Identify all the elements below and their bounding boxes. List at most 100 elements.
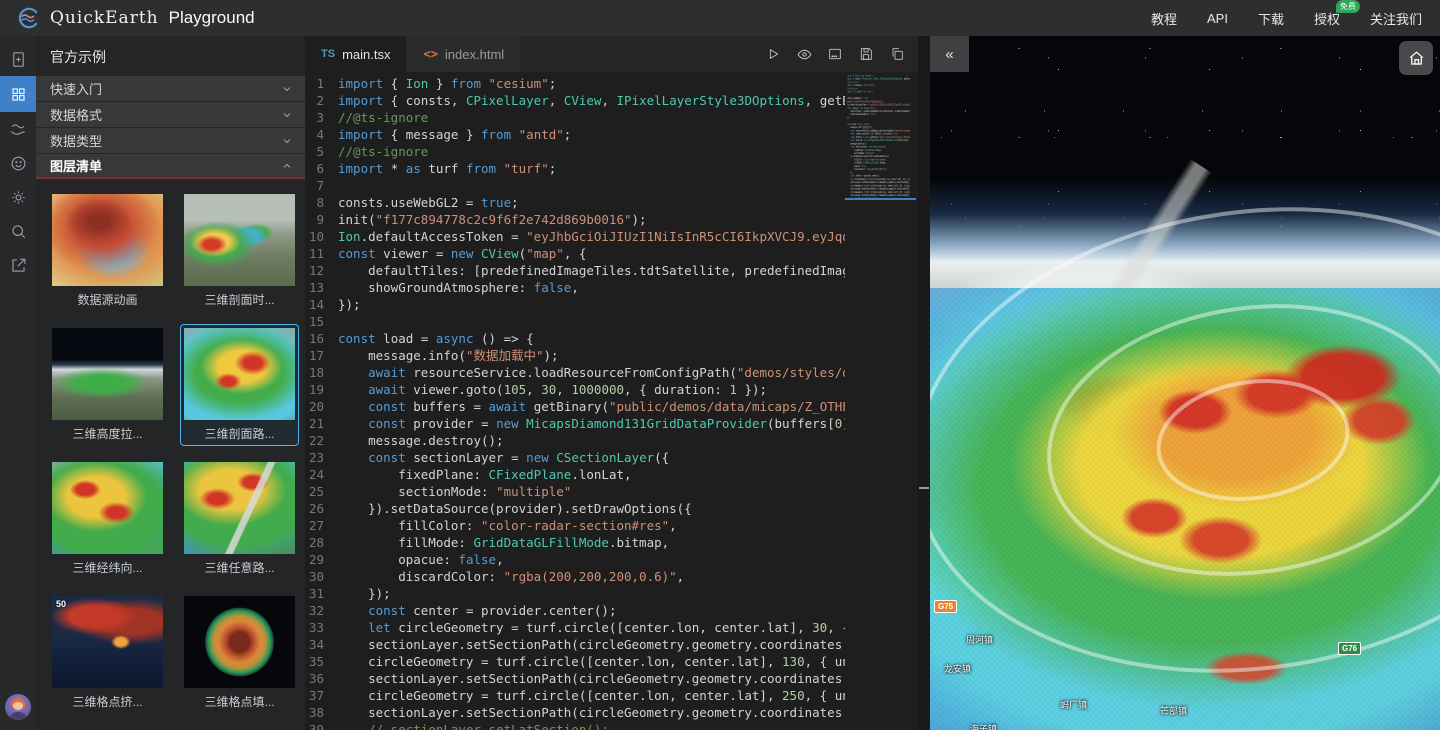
example-tile[interactable]: 50 三维格点挤... bbox=[48, 592, 167, 714]
tab-main-tsx[interactable]: TS main.tsx bbox=[305, 36, 407, 72]
code-line[interactable]: 13 showGroundAtmosphere: false, bbox=[305, 279, 845, 296]
line-number[interactable]: 8 bbox=[305, 194, 338, 211]
code-line[interactable]: 15 bbox=[305, 313, 845, 330]
code-line[interactable]: 1 import { Ion } from "cesium"; bbox=[305, 75, 845, 92]
line-number[interactable]: 17 bbox=[305, 347, 338, 364]
line-number[interactable]: 5 bbox=[305, 143, 338, 160]
minimap[interactable]: import { Ion } from "cesium"; import { co… bbox=[845, 72, 918, 730]
code-line[interactable]: 21 const provider = new MicapsDiamond131… bbox=[305, 415, 845, 432]
line-number[interactable]: 25 bbox=[305, 483, 338, 500]
apps-grid-icon[interactable] bbox=[0, 76, 36, 112]
map-3d-view[interactable]: G75 G76 周河镇 龙安镇 蚂厂镇 芒部镇 海子镇 « bbox=[930, 36, 1440, 730]
code-line[interactable]: 29 opacue: false, bbox=[305, 551, 845, 568]
hand-service-icon[interactable] bbox=[0, 112, 36, 146]
line-number[interactable]: 13 bbox=[305, 279, 338, 296]
code-line[interactable]: 30 discardColor: "rgba(200,200,200,0.6)"… bbox=[305, 568, 845, 585]
code-line[interactable]: 35 circleGeometry = turf.circle([center.… bbox=[305, 653, 845, 670]
line-number[interactable]: 4 bbox=[305, 126, 338, 143]
line-number[interactable]: 23 bbox=[305, 449, 338, 466]
example-tile[interactable]: 三维格点填... bbox=[180, 592, 299, 714]
code-line[interactable]: 34 sectionLayer.setSectionPath(circleGeo… bbox=[305, 636, 845, 653]
line-number[interactable]: 37 bbox=[305, 687, 338, 704]
line-number[interactable]: 10 bbox=[305, 228, 338, 245]
code-line[interactable]: 4 import { message } from "antd"; bbox=[305, 126, 845, 143]
line-number[interactable]: 3 bbox=[305, 109, 338, 126]
code-line[interactable]: 31 }); bbox=[305, 585, 845, 602]
code-line[interactable]: 17 message.info("数据加载中"); bbox=[305, 347, 845, 364]
code-line[interactable]: 10 Ion.defaultAccessToken = "eyJhbGciOiJI… bbox=[305, 228, 845, 245]
nav-download[interactable]: 下载 bbox=[1258, 9, 1284, 28]
new-file-icon[interactable] bbox=[0, 42, 36, 76]
line-number[interactable]: 18 bbox=[305, 364, 338, 381]
code-line[interactable]: 26 }).setDataSource(provider).setDrawOpt… bbox=[305, 500, 845, 517]
save-icon[interactable] bbox=[855, 43, 877, 65]
line-number[interactable]: 39 bbox=[305, 721, 338, 730]
code-line[interactable]: 19 await viewer.goto(105, 30, 1000000, {… bbox=[305, 381, 845, 398]
line-number[interactable]: 34 bbox=[305, 636, 338, 653]
home-view-button[interactable] bbox=[1399, 41, 1433, 75]
user-avatar[interactable] bbox=[5, 694, 31, 720]
search-icon[interactable] bbox=[0, 214, 36, 248]
line-number[interactable]: 1 bbox=[305, 75, 338, 92]
code-line[interactable]: 9 init("f177c894778c2c9f6f2e742d869b0016"… bbox=[305, 211, 845, 228]
code-line[interactable]: 37 circleGeometry = turf.circle([center.… bbox=[305, 687, 845, 704]
brand[interactable]: QuickEarth Playground bbox=[12, 6, 255, 30]
smiley-icon[interactable] bbox=[0, 146, 36, 180]
code-line[interactable]: 14}); bbox=[305, 296, 845, 313]
line-number[interactable]: 28 bbox=[305, 534, 338, 551]
code-line[interactable]: 27 fillColor: "color-radar-section#res", bbox=[305, 517, 845, 534]
line-number[interactable]: 9 bbox=[305, 211, 338, 228]
copy-icon[interactable] bbox=[886, 43, 908, 65]
section-quick-start[interactable]: 快速入门 bbox=[36, 76, 305, 101]
code-line[interactable]: 23 const sectionLayer = new CSectionLaye… bbox=[305, 449, 845, 466]
nav-tutorial[interactable]: 教程 bbox=[1151, 9, 1177, 28]
tab-index-html[interactable]: <> index.html bbox=[407, 36, 521, 72]
line-number[interactable]: 2 bbox=[305, 92, 338, 109]
code-line[interactable]: 12 defaultTiles: [predefinedImageTiles.t… bbox=[305, 262, 845, 279]
line-number[interactable]: 15 bbox=[305, 313, 338, 330]
section-data-format[interactable]: 数据格式 bbox=[36, 102, 305, 127]
code-line[interactable]: 8 consts.useWebGL2 = true; bbox=[305, 194, 845, 211]
example-tile[interactable]: 数据源动画 bbox=[48, 190, 167, 312]
code-line[interactable]: 7 bbox=[305, 177, 845, 194]
example-tile[interactable] bbox=[48, 726, 167, 730]
collapse-editor-button[interactable]: « bbox=[930, 36, 969, 72]
code-line[interactable]: 38 sectionLayer.setSectionPath(circleGeo… bbox=[305, 704, 845, 721]
line-number[interactable]: 6 bbox=[305, 160, 338, 177]
example-tile[interactable]: 三维剖面时... bbox=[180, 190, 299, 312]
code-line[interactable]: 6 import * as turf from "turf"; bbox=[305, 160, 845, 177]
code-line[interactable]: 5//@ts-ignore bbox=[305, 143, 845, 160]
code-lines[interactable]: 1 import { Ion } from "cesium"; 2 import { … bbox=[305, 72, 845, 730]
code-line[interactable]: 33 let circleGeometry = turf.circle([cen… bbox=[305, 619, 845, 636]
example-tile[interactable] bbox=[180, 726, 299, 730]
line-number[interactable]: 33 bbox=[305, 619, 338, 636]
line-number[interactable]: 19 bbox=[305, 381, 338, 398]
line-number[interactable]: 11 bbox=[305, 245, 338, 262]
line-number[interactable]: 16 bbox=[305, 330, 338, 347]
line-number[interactable]: 36 bbox=[305, 670, 338, 687]
console-icon[interactable] bbox=[824, 43, 846, 65]
code-line[interactable]: 3//@ts-ignore bbox=[305, 109, 845, 126]
example-tile[interactable]: 三维经纬向... bbox=[48, 458, 167, 580]
line-number[interactable]: 38 bbox=[305, 704, 338, 721]
section-data-type[interactable]: 数据类型 bbox=[36, 128, 305, 153]
line-number[interactable]: 35 bbox=[305, 653, 338, 670]
nav-license[interactable]: 授权 免费 bbox=[1314, 0, 1360, 28]
code-line[interactable]: 28 fillMode: GridDataGLFillMode.bitmap, bbox=[305, 534, 845, 551]
nav-follow[interactable]: 关注我们 bbox=[1370, 9, 1422, 28]
line-number[interactable]: 12 bbox=[305, 262, 338, 279]
code-line[interactable]: 36 sectionLayer.setSectionPath(circleGeo… bbox=[305, 670, 845, 687]
line-number[interactable]: 29 bbox=[305, 551, 338, 568]
example-tile[interactable]: 三维任意路... bbox=[180, 458, 299, 580]
external-link-icon[interactable] bbox=[0, 248, 36, 282]
example-tile-selected[interactable]: 三维剖面路... bbox=[180, 324, 299, 446]
line-number[interactable]: 30 bbox=[305, 568, 338, 585]
line-number[interactable]: 32 bbox=[305, 602, 338, 619]
panel-splitter[interactable] bbox=[918, 36, 930, 730]
code-line[interactable]: 22 message.destroy(); bbox=[305, 432, 845, 449]
code-line[interactable]: 18 await resourceService.loadResourceFro… bbox=[305, 364, 845, 381]
settings-gear-icon[interactable] bbox=[0, 180, 36, 214]
line-number[interactable]: 26 bbox=[305, 500, 338, 517]
preview-icon[interactable] bbox=[793, 43, 815, 65]
code-line[interactable]: 20 const buffers = await getBinary("publ… bbox=[305, 398, 845, 415]
